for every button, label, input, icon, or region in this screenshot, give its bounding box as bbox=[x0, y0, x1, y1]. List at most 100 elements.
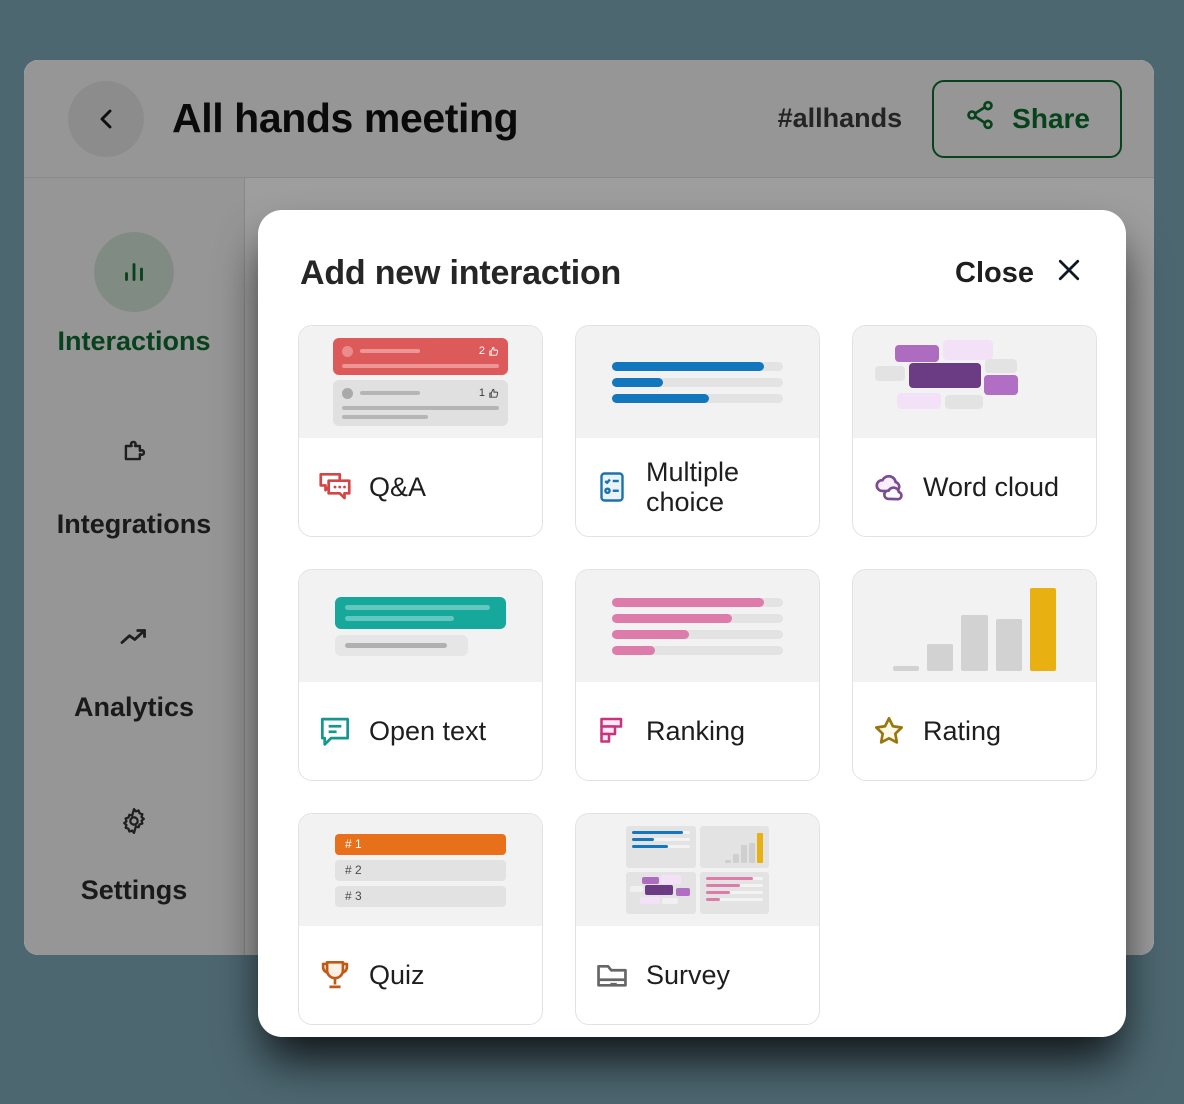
avatar bbox=[342, 387, 353, 399]
sidebar-item-label: Settings bbox=[80, 875, 188, 905]
trophy-icon bbox=[315, 955, 355, 995]
card-footer: Rating bbox=[853, 682, 1096, 780]
rating-bar bbox=[961, 615, 988, 671]
close-button-label: Close bbox=[955, 257, 1034, 289]
word-chip bbox=[909, 363, 981, 388]
comment-lines-icon bbox=[315, 711, 355, 751]
open-text-preview bbox=[299, 570, 542, 682]
checklist-icon bbox=[592, 467, 632, 507]
survey-cell-ranking bbox=[699, 872, 769, 914]
card-label: Open text bbox=[369, 715, 487, 746]
bar-row bbox=[612, 361, 783, 371]
trending-up-icon bbox=[94, 598, 174, 678]
card-footer: Survey bbox=[576, 926, 819, 1024]
puzzle-piece-icon bbox=[94, 415, 174, 495]
card-label: Multiple choice bbox=[646, 456, 740, 517]
modal-header: Add new interaction Close bbox=[298, 254, 1086, 293]
qa-preview-item: 1 bbox=[333, 380, 508, 426]
card-footer: Multiple choice bbox=[576, 438, 819, 536]
leaderboard-rank: # 3 bbox=[345, 889, 362, 903]
leaderboard-row: # 1 bbox=[335, 833, 506, 855]
interaction-card-ranking[interactable]: Ranking bbox=[575, 569, 820, 781]
sidebar-item-label: Integrations bbox=[56, 509, 212, 539]
modal-title: Add new interaction bbox=[300, 254, 622, 292]
card-footer: Open text bbox=[299, 682, 542, 780]
sidebar-item-label: Interactions bbox=[57, 326, 211, 356]
card-label: Quiz bbox=[369, 959, 425, 990]
open-text-preview-item bbox=[335, 634, 469, 656]
open-text-preview-item bbox=[335, 596, 506, 629]
sidebar-item-interactions[interactable]: Interactions bbox=[24, 208, 244, 391]
interaction-card-word-cloud[interactable]: Word cloud bbox=[852, 325, 1097, 537]
interaction-card-multiple-choice[interactable]: Multiple choice bbox=[575, 325, 820, 537]
bar-row bbox=[612, 393, 783, 403]
qa-preview-item: 2 bbox=[333, 338, 508, 375]
card-footer: Ranking bbox=[576, 682, 819, 780]
interaction-card-rating[interactable]: Rating bbox=[852, 569, 1097, 781]
avatar bbox=[342, 345, 353, 357]
share-nodes-icon bbox=[964, 99, 996, 138]
sidebar-item-label: Analytics bbox=[73, 692, 195, 722]
interaction-card-qa[interactable]: 2 1 Q&A bbox=[298, 325, 543, 537]
close-x-icon bbox=[1054, 255, 1084, 293]
folder-icon bbox=[592, 955, 632, 995]
share-button-label: Share bbox=[1012, 102, 1090, 134]
text-placeholder bbox=[342, 406, 499, 410]
share-button[interactable]: Share bbox=[932, 79, 1122, 158]
thumbs-up-icon bbox=[489, 346, 499, 356]
chevron-left-icon bbox=[90, 103, 122, 135]
card-footer: Word cloud bbox=[853, 438, 1096, 536]
leaderboard-rank: # 2 bbox=[345, 863, 362, 877]
qa-preview: 2 1 bbox=[299, 326, 542, 438]
bar-row bbox=[612, 645, 783, 655]
leaderboard-rank: # 1 bbox=[345, 837, 362, 851]
ranking-preview bbox=[576, 570, 819, 682]
room-hashtag: #allhands bbox=[777, 103, 903, 133]
rating-bar bbox=[927, 644, 954, 671]
text-placeholder bbox=[360, 349, 420, 353]
survey-cell-word-cloud bbox=[626, 872, 696, 914]
bar-row bbox=[612, 377, 783, 387]
survey-cell-rating bbox=[699, 826, 769, 868]
multiple-choice-preview bbox=[576, 326, 819, 438]
ranking-bars-icon bbox=[592, 711, 632, 751]
back-button[interactable] bbox=[68, 80, 144, 157]
interaction-card-survey[interactable]: Survey bbox=[575, 813, 820, 1025]
sidebar-item-settings[interactable]: Settings bbox=[24, 757, 244, 940]
star-icon bbox=[869, 711, 909, 751]
bar-row bbox=[612, 613, 783, 623]
word-chip bbox=[895, 345, 939, 362]
word-chip bbox=[984, 375, 1018, 395]
add-interaction-modal: Add new interaction Close 2 1 Q&A Multip… bbox=[258, 210, 1126, 1037]
card-footer: Q&A bbox=[299, 438, 542, 536]
vote-count: 2 bbox=[479, 345, 499, 357]
card-label: Word cloud bbox=[923, 471, 1060, 502]
card-label: Rating bbox=[923, 715, 1002, 746]
bar-row bbox=[612, 629, 783, 639]
cloud-icon bbox=[869, 467, 909, 507]
survey-preview bbox=[576, 814, 819, 926]
word-chip bbox=[985, 359, 1017, 373]
card-footer: Quiz bbox=[299, 926, 542, 1024]
word-chip bbox=[943, 340, 993, 360]
leaderboard-row: # 3 bbox=[335, 885, 506, 907]
vote-count: 1 bbox=[479, 387, 499, 399]
sidebar-item-integrations[interactable]: Integrations bbox=[24, 391, 244, 574]
quiz-preview: # 1 # 2 # 3 bbox=[299, 814, 542, 926]
thumbs-up-icon bbox=[489, 388, 499, 398]
word-chip bbox=[945, 395, 983, 409]
close-button[interactable]: Close bbox=[955, 255, 1084, 293]
rating-bar bbox=[995, 618, 1022, 671]
interaction-card-quiz[interactable]: # 1 # 2 # 3 Quiz bbox=[298, 813, 543, 1025]
interaction-type-grid: 2 1 Q&A Multiple choice Word cloud Open … bbox=[298, 325, 1097, 1025]
rating-bar bbox=[893, 665, 920, 671]
leaderboard-row: # 2 bbox=[335, 859, 506, 881]
word-chip bbox=[897, 393, 941, 409]
sidebar-item-analytics[interactable]: Analytics bbox=[24, 574, 244, 757]
interaction-card-open-text[interactable]: Open text bbox=[298, 569, 543, 781]
text-placeholder bbox=[342, 364, 499, 368]
card-label: Ranking bbox=[646, 715, 746, 746]
bar-row bbox=[612, 597, 783, 607]
speech-bubbles-icon bbox=[315, 467, 355, 507]
page-title: All hands meeting bbox=[172, 95, 519, 141]
